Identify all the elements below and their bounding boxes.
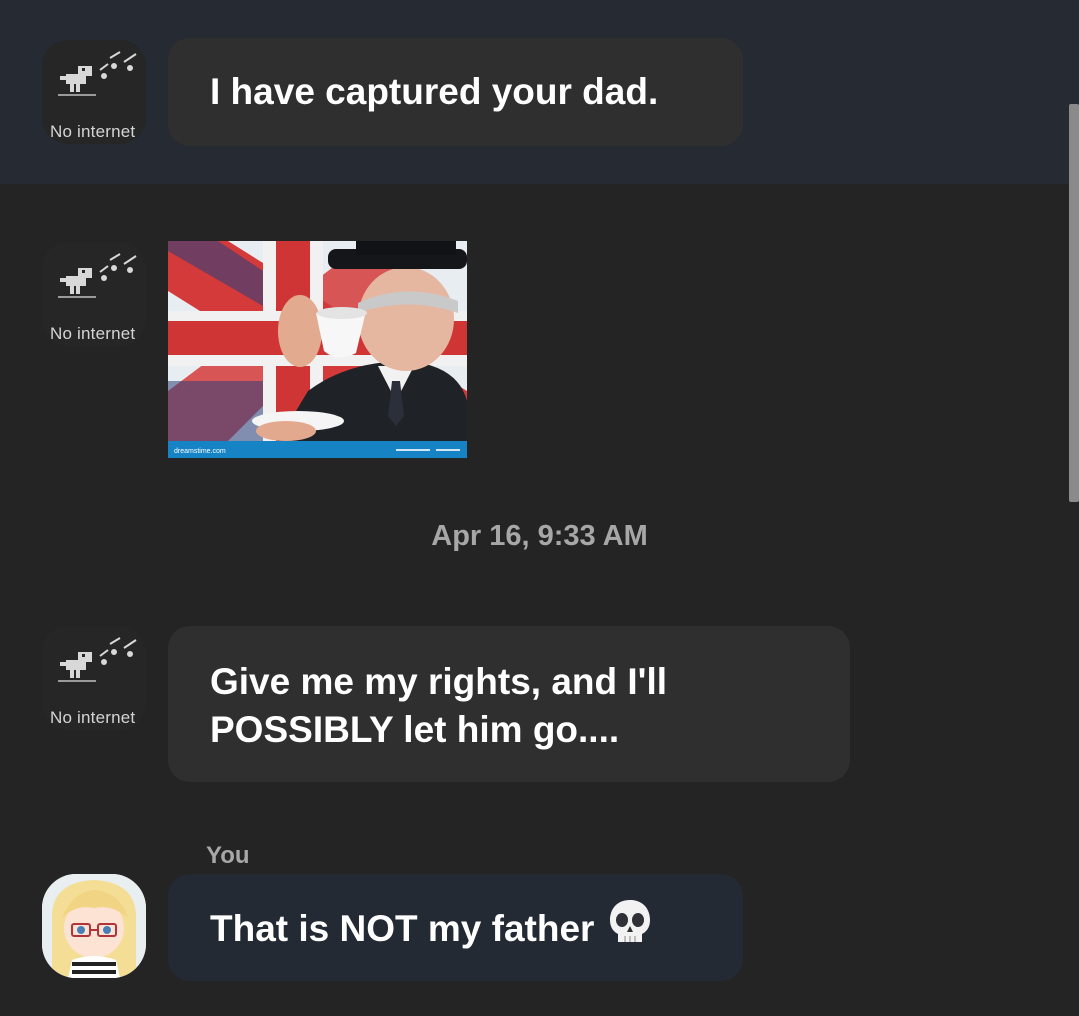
dino-icon	[58, 51, 137, 96]
scrollbar[interactable]	[1069, 104, 1079, 502]
dino-icon	[58, 253, 137, 298]
message-text-line2: POSSIBLY let him go....	[210, 709, 620, 750]
gacha-character-icon	[42, 874, 146, 978]
dino-icon	[58, 637, 137, 682]
skull-icon	[608, 898, 652, 958]
man-drinking-tea-photo: dreamstime.com	[168, 241, 467, 458]
message-timestamp: Apr 16, 9:33 AM	[431, 520, 648, 552]
my-message-line: That is NOT my father	[210, 900, 652, 958]
my-avatar[interactable]	[42, 874, 146, 978]
message-text-line1: Give me my rights, and I'll	[210, 661, 668, 702]
sender-name: No internet	[50, 708, 136, 727]
chat-screen: No internet I have captured your dad. No…	[0, 0, 1079, 1016]
my-message-bubble[interactable]: That is NOT my father	[168, 874, 743, 981]
message-bubble[interactable]: Give me my rights, and I'll POSSIBLY let…	[168, 626, 850, 782]
message-bubble[interactable]: I have captured your dad.	[168, 38, 743, 146]
you-label: You	[206, 842, 250, 869]
sender-avatar[interactable]: No internet	[42, 242, 146, 346]
sender-name: No internet	[50, 324, 136, 343]
sender-avatar[interactable]: No internet	[42, 40, 146, 144]
image-attachment[interactable]: dreamstime.com	[168, 241, 467, 458]
message-text: I have captured your dad.	[210, 71, 659, 112]
sender-avatar[interactable]: No internet	[42, 626, 146, 730]
watermark-text: dreamstime.com	[174, 448, 226, 455]
my-message-text: That is NOT my father	[210, 907, 595, 949]
sender-name: No internet	[50, 122, 136, 141]
